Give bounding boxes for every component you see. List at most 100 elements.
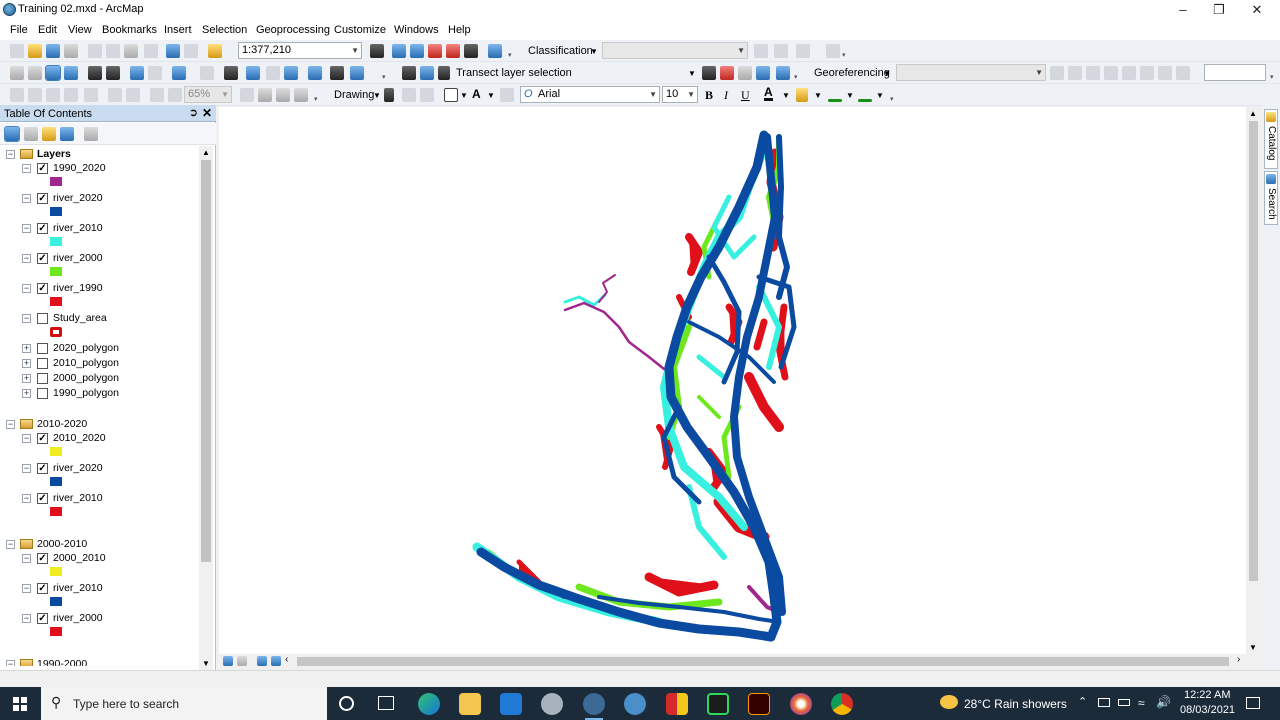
find-route-icon[interactable] <box>350 66 364 80</box>
open-folder-icon[interactable] <box>28 44 42 58</box>
paste-icon[interactable] <box>124 44 138 58</box>
new-document-icon[interactable] <box>10 44 24 58</box>
clock-date[interactable]: 08/03/2021 <box>1180 704 1235 716</box>
cortana-icon[interactable] <box>339 696 354 711</box>
layer-visibility-checkbox[interactable]: ✓ <box>37 283 48 294</box>
toc-layer-row[interactable]: − ✓ river_2010 <box>0 581 199 596</box>
layer-name[interactable]: river_2010 <box>53 581 103 595</box>
network-icon[interactable] <box>1098 698 1110 707</box>
add-data-icon[interactable] <box>208 44 222 58</box>
layer-name[interactable]: river_2000 <box>53 251 103 265</box>
text-a-icon[interactable] <box>776 66 790 80</box>
layer-name[interactable]: river_1990 <box>53 281 103 295</box>
menu-customize[interactable]: Customize <box>334 24 386 36</box>
layer-name[interactable]: river_2010 <box>53 491 103 505</box>
map-vertical-scrollbar[interactable]: ▲ ▼ <box>1246 107 1260 654</box>
toc-layer-row[interactable]: − ✓ river_2020 <box>0 461 199 476</box>
menu-windows[interactable]: Windows <box>394 24 439 36</box>
transect-clear-icon[interactable] <box>720 66 734 80</box>
measure-icon[interactable] <box>308 66 322 80</box>
toolbar-grip-icon[interactable]: ▾ <box>1270 74 1276 81</box>
georeferencing-input[interactable] <box>1204 64 1266 81</box>
redo-icon[interactable] <box>184 44 198 58</box>
toc-layer-row[interactable]: − ✓ 2010_2020 <box>0 431 199 446</box>
map-vertical-scrollbar-thumb[interactable] <box>1249 121 1258 581</box>
zoom-in-icon[interactable] <box>10 66 24 80</box>
arctoolbox-icon[interactable] <box>446 44 460 58</box>
layer-name[interactable]: 2010_2020 <box>53 431 106 445</box>
new-text-icon[interactable]: A <box>472 87 481 101</box>
clock-time[interactable]: 12:22 AM <box>1184 689 1230 701</box>
tab-catalog[interactable]: Catalog <box>1264 109 1278 169</box>
layer-name[interactable]: 1990_2020 <box>53 161 106 175</box>
close-icon[interactable]: ✕ <box>202 106 212 120</box>
font-name-combo[interactable]: O Arial ▼ <box>520 86 660 103</box>
chevron-down-icon[interactable]: ▼ <box>688 69 696 78</box>
toc-group-name[interactable]: 2000-2010 <box>37 537 87 551</box>
layer-visibility-checkbox[interactable]: ✓ <box>37 163 48 174</box>
toc-layer-row[interactable]: − ✓ river_2010 <box>0 491 199 506</box>
data-driven-pages-icon[interactable] <box>294 88 308 102</box>
table-of-contents-icon[interactable] <box>392 44 406 58</box>
model-builder-icon[interactable] <box>488 44 502 58</box>
weather-icon[interactable] <box>940 695 958 709</box>
menu-help[interactable]: Help <box>448 24 471 36</box>
toolbar-grip-icon[interactable]: ▾ <box>314 96 320 103</box>
toolbar-grip-icon[interactable]: ▾ <box>794 74 800 81</box>
georeferencing-menu[interactable]: Georeferencing <box>814 67 890 79</box>
illustrator-icon[interactable] <box>748 693 770 715</box>
layer-symbol-swatch[interactable] <box>50 447 62 456</box>
volume-icon[interactable]: 🔊 <box>1156 695 1171 709</box>
collapse-icon[interactable]: − <box>22 314 31 323</box>
font-size-combo[interactable]: 10 ▼ <box>662 86 698 103</box>
expand-icon[interactable]: + <box>22 374 31 383</box>
go-forward-icon[interactable] <box>148 66 162 80</box>
layer-visibility-checkbox[interactable] <box>37 358 48 369</box>
change-layout-icon[interactable] <box>276 88 290 102</box>
windows-start-icon[interactable] <box>13 697 27 711</box>
transect-settings-icon[interactable] <box>702 66 716 80</box>
close-icon[interactable]: ✕ <box>1238 0 1276 20</box>
layer-visibility-checkbox[interactable]: ✓ <box>37 433 48 444</box>
toolbar-grip-icon[interactable]: ▾ <box>842 52 848 59</box>
collapse-icon[interactable]: − <box>6 540 15 549</box>
layout-view-icon[interactable] <box>237 656 247 666</box>
pause-drawing-icon[interactable] <box>271 656 281 666</box>
toc-group-row[interactable]: − Layers <box>0 147 199 162</box>
transect-layer-selection-label[interactable]: Transect layer selection <box>456 67 572 79</box>
collapse-icon[interactable]: − <box>22 554 31 563</box>
layer-visibility-checkbox[interactable]: ✓ <box>37 463 48 474</box>
toc-layer-row[interactable]: − ✓ 2000_2010 <box>0 551 199 566</box>
layer-name[interactable]: river_2020 <box>53 191 103 205</box>
collapse-icon[interactable]: − <box>22 224 31 233</box>
collapse-icon[interactable]: − <box>22 194 31 203</box>
layer-visibility-checkbox[interactable]: ✓ <box>37 493 48 504</box>
maximize-icon[interactable]: ❐ <box>1200 0 1238 20</box>
menu-geoprocessing[interactable]: Geoprocessing <box>256 24 330 36</box>
list-by-selection-icon[interactable] <box>60 127 74 141</box>
layer-visibility-checkbox[interactable] <box>37 313 48 324</box>
file-explorer-icon[interactable] <box>459 693 481 715</box>
data-view-icon[interactable] <box>223 656 233 666</box>
toc-layer-row[interactable]: +2000_polygon <box>0 371 199 386</box>
toc-layer-row[interactable]: +2010_polygon <box>0 356 199 371</box>
notification-icon[interactable] <box>1246 697 1260 709</box>
toc-group-name[interactable]: Layers <box>37 147 71 161</box>
menu-bookmarks[interactable]: Bookmarks <box>102 24 157 36</box>
tab-search[interactable]: Search <box>1264 171 1278 225</box>
layer-visibility-checkbox[interactable]: ✓ <box>37 613 48 624</box>
transect-refresh-icon[interactable] <box>738 66 752 80</box>
search-window-icon[interactable] <box>428 44 442 58</box>
layer-name[interactable]: 2010_polygon <box>53 356 119 370</box>
menu-insert[interactable]: Insert <box>164 24 192 36</box>
layer-visibility-checkbox[interactable] <box>37 388 48 399</box>
rotate-element-icon[interactable] <box>402 88 416 102</box>
go-back-icon[interactable] <box>130 66 144 80</box>
layer-symbol-swatch[interactable] <box>50 507 62 516</box>
pan-hand-icon[interactable] <box>45 65 61 81</box>
expand-icon[interactable]: + <box>22 389 31 398</box>
layer-symbol-swatch[interactable] <box>50 567 62 576</box>
html-popup-icon[interactable] <box>284 66 298 80</box>
taskbar-search-box[interactable]: ⚲ Type here to search <box>41 687 327 720</box>
transect-list-icon[interactable] <box>402 66 416 80</box>
